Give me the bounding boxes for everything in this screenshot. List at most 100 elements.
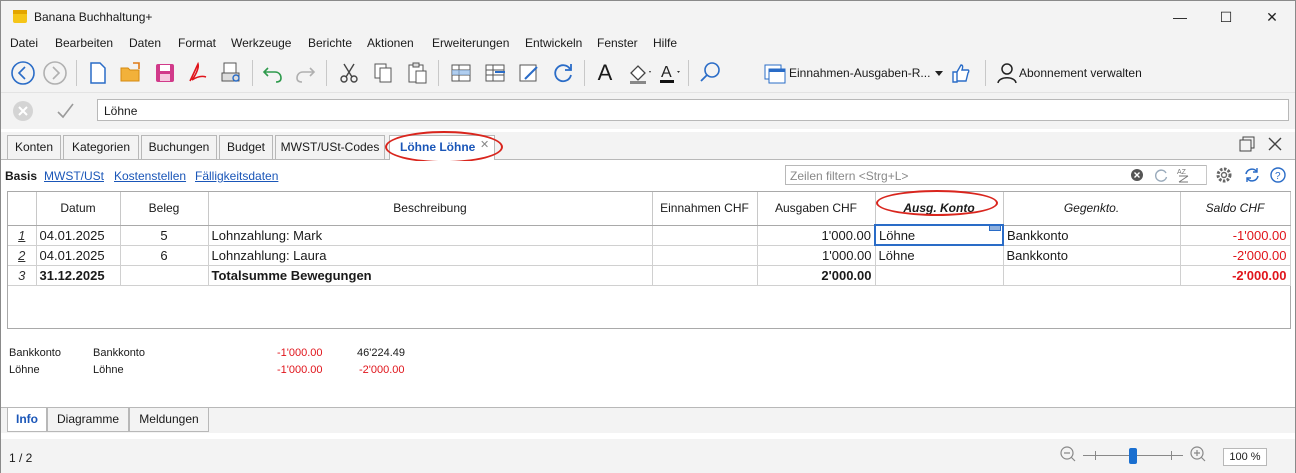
insert-rows-icon[interactable] [481, 59, 509, 87]
close-button[interactable]: ✕ [1249, 1, 1295, 33]
confirm-edit-icon[interactable] [51, 97, 79, 125]
column-header-einnahmen[interactable]: Einnahmen CHF [652, 192, 758, 226]
maximize-button[interactable]: ☐ [1203, 1, 1249, 33]
cell-saldo[interactable]: -2'000.00 [1180, 245, 1291, 266]
menu-aktionen[interactable]: Aktionen [367, 36, 414, 50]
cell-saldo[interactable]: -1'000.00 [1180, 225, 1291, 246]
sort-az-icon[interactable]: AZ [1175, 166, 1193, 184]
tab-konten[interactable]: Konten [7, 135, 61, 159]
menu-entwickeln[interactable]: Entwickeln [525, 36, 582, 50]
table-row[interactable]: 1 04.01.2025 5 Lohnzahlung: Mark 1'000.0… [8, 224, 1291, 246]
cell-beleg[interactable] [120, 265, 209, 286]
cell-gegenkto[interactable] [1003, 265, 1181, 286]
tab-buchungen[interactable]: Buchungen [141, 135, 217, 159]
column-header-ausgaben[interactable]: Ausgaben CHF [757, 192, 876, 226]
recheck-icon[interactable] [549, 59, 577, 87]
column-header-beschreibung[interactable]: Beschreibung [208, 192, 653, 226]
cancel-edit-icon[interactable] [9, 97, 37, 125]
redo-icon[interactable] [291, 59, 319, 87]
view-mwst[interactable]: MWST/USt [44, 169, 104, 183]
menu-fenster[interactable]: Fenster [597, 36, 638, 50]
settings-gear-icon[interactable] [1215, 166, 1233, 184]
copy-icon[interactable] [369, 59, 397, 87]
search-icon[interactable] [697, 59, 725, 87]
clear-filter-icon[interactable] [1129, 167, 1145, 183]
cell-beschreibung[interactable]: Lohnzahlung: Mark [208, 225, 653, 246]
tab-mwst-codes[interactable]: MWST/USt-Codes [275, 135, 385, 159]
layout-icon[interactable] [761, 59, 789, 87]
column-header-saldo[interactable]: Saldo CHF [1180, 192, 1291, 226]
close-view-icon[interactable] [1265, 134, 1285, 154]
zoom-out-icon[interactable] [1059, 445, 1077, 463]
zoom-level[interactable]: 100 % [1223, 448, 1267, 466]
tab-diagramme[interactable]: Diagramme [47, 408, 129, 432]
menu-berichte[interactable]: Berichte [308, 36, 352, 50]
cell-einnahmen[interactable] [652, 225, 758, 246]
tab-loehne[interactable]: Löhne Löhne ✕ [389, 135, 495, 160]
refresh-filter-icon[interactable] [1153, 167, 1169, 183]
cell-ausg-konto[interactable]: Löhne [875, 245, 1004, 266]
column-header-beleg[interactable]: Beleg [120, 192, 209, 226]
menu-daten[interactable]: Daten [129, 36, 161, 50]
cell-ausgaben[interactable]: 2'000.00 [757, 265, 876, 286]
cell-datum[interactable]: 31.12.2025 [36, 265, 121, 286]
new-file-icon[interactable] [83, 59, 111, 87]
minimize-button[interactable]: — [1157, 1, 1203, 33]
text-color-icon[interactable]: A [655, 59, 683, 87]
cell-gegenkto[interactable]: Bankkonto [1003, 245, 1181, 266]
back-icon[interactable] [9, 59, 37, 87]
cell-saldo[interactable]: -2'000.00 [1180, 265, 1291, 286]
chevron-down-icon[interactable] [933, 59, 945, 87]
close-tab-icon[interactable]: ✕ [480, 134, 489, 156]
add-row-icon[interactable] [447, 59, 475, 87]
table-row[interactable]: 2 04.01.2025 6 Lohnzahlung: Laura 1'000.… [8, 245, 1291, 266]
cell-editor-input[interactable]: Löhne [97, 99, 1289, 121]
view-basis[interactable]: Basis [5, 169, 37, 183]
table-row-total[interactable]: 3 31.12.2025 Totalsumme Bewegungen 2'000… [8, 265, 1291, 286]
row-number[interactable]: 2 [8, 245, 37, 266]
column-header-ausg-konto[interactable]: Ausg. Konto [875, 192, 1004, 226]
menu-erweiterungen[interactable]: Erweiterungen [432, 36, 509, 50]
sync-icon[interactable] [1243, 166, 1261, 184]
open-folder-icon[interactable] [117, 59, 145, 87]
pdf-icon[interactable] [184, 59, 212, 87]
menu-datei[interactable]: Datei [10, 36, 38, 50]
layout-combo[interactable]: Einnahmen-Ausgaben-R... [789, 66, 930, 80]
tab-budget[interactable]: Budget [219, 135, 273, 159]
column-header-gegenkto[interactable]: Gegenkto. [1003, 192, 1181, 226]
menu-werkzeuge[interactable]: Werkzeuge [231, 36, 291, 50]
cell-beschreibung[interactable]: Lohnzahlung: Laura [208, 245, 653, 266]
dropdown-picker-icon[interactable] [989, 227, 1001, 231]
user-icon[interactable] [993, 59, 1021, 87]
cell-ausgaben[interactable]: 1'000.00 [757, 245, 876, 266]
save-icon[interactable] [151, 59, 179, 87]
zoom-slider-handle[interactable] [1129, 448, 1137, 464]
edit-columns-icon[interactable] [515, 59, 543, 87]
view-kostenstellen[interactable]: Kostenstellen [114, 169, 186, 183]
menu-hilfe[interactable]: Hilfe [653, 36, 677, 50]
row-number[interactable]: 1 [8, 225, 37, 246]
cell-beleg[interactable]: 5 [120, 225, 209, 246]
tab-meldungen[interactable]: Meldungen [129, 408, 209, 432]
row-number[interactable]: 3 [8, 265, 37, 286]
restore-view-icon[interactable] [1237, 134, 1257, 154]
menu-format[interactable]: Format [178, 36, 216, 50]
view-faelligkeitsdaten[interactable]: Fälligkeitsdaten [195, 169, 278, 183]
undo-icon[interactable] [259, 59, 287, 87]
cell-gegenkto[interactable]: Bankkonto [1003, 225, 1181, 246]
font-icon[interactable]: A [593, 59, 617, 87]
paste-icon[interactable] [403, 59, 431, 87]
help-icon[interactable]: ? [1269, 166, 1287, 184]
cut-icon[interactable] [335, 59, 363, 87]
subscription-button[interactable]: Abonnement verwalten [1019, 66, 1142, 80]
cell-datum[interactable]: 04.01.2025 [36, 225, 121, 246]
column-header-datum[interactable]: Datum [36, 192, 121, 226]
fill-color-icon[interactable] [625, 59, 653, 87]
cell-ausgaben[interactable]: 1'000.00 [757, 225, 876, 246]
favorite-icon[interactable] [947, 59, 975, 87]
cell-ausg-konto[interactable] [875, 265, 1004, 286]
zoom-in-icon[interactable] [1189, 445, 1207, 463]
tab-kategorien[interactable]: Kategorien [63, 135, 139, 159]
cell-einnahmen[interactable] [652, 245, 758, 266]
cell-datum[interactable]: 04.01.2025 [36, 245, 121, 266]
